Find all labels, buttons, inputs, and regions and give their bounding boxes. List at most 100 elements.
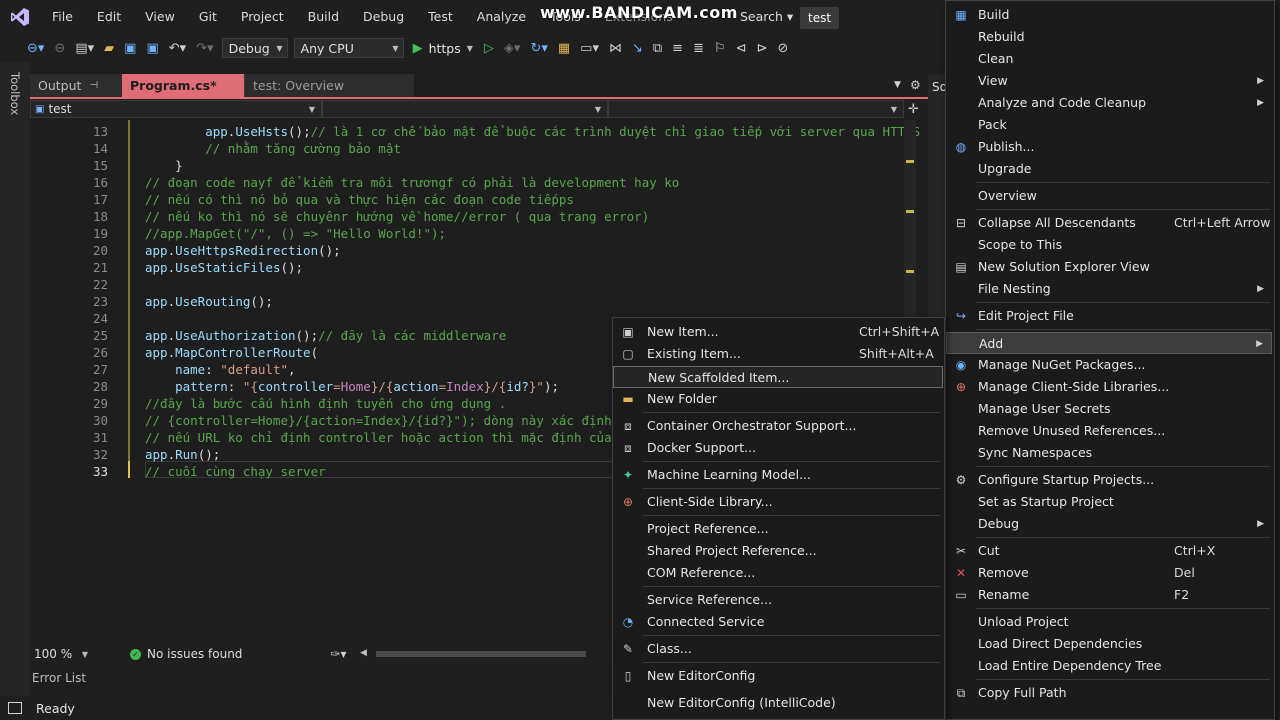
editor-horizontal-scrollbar[interactable]: ◀ [360, 648, 620, 659]
code-line[interactable]: 14 // nhằm tăng cường bảo mật [30, 140, 928, 157]
bookmark-icon[interactable]: ⚐ [709, 41, 731, 56]
step-icon[interactable]: ↘ [627, 41, 648, 56]
code-line[interactable]: 17 // nếu có thì nó bỏ qua và thực hiện c… [30, 191, 928, 208]
start-without-debugging-icon[interactable]: ▷ [479, 41, 499, 56]
navigate-back-icon[interactable]: ⊖▾ [22, 41, 49, 56]
next-bookmark-icon[interactable]: ⊳ [752, 41, 773, 56]
menu-item-project-reference[interactable]: Project Reference... [613, 518, 943, 540]
menu-item-manage-user-secrets[interactable]: Manage User Secrets [946, 398, 1272, 420]
open-folder-icon[interactable]: ▰ [99, 41, 119, 56]
scroll-left-icon[interactable]: ◀ [360, 648, 367, 658]
comment-lines-icon[interactable]: ≡ [667, 41, 688, 56]
menu-item-machine-learning-model[interactable]: ✦ Machine Learning Model... [613, 464, 943, 486]
type-dropdown[interactable]: ▼ [322, 100, 608, 118]
menu-item-load-entire-dependency-tree[interactable]: Load Entire Dependency Tree [946, 655, 1272, 677]
menu-item-copy-full-path[interactable]: ⧉ Copy Full Path [946, 682, 1272, 704]
scroll-thumb[interactable] [376, 651, 586, 657]
menu-item-clean[interactable]: Clean [946, 48, 1272, 70]
save-icon[interactable]: ▣ [119, 41, 141, 56]
code-cleanup-icon[interactable]: ✑▾ [330, 647, 346, 661]
code-line[interactable]: 22 [30, 276, 928, 293]
code-line[interactable]: 18 // nếu ko thì nó sẽ chuyênr hướng về h… [30, 208, 928, 225]
menu-edit[interactable]: Edit [85, 0, 133, 34]
redo-icon[interactable]: ↷▾ [191, 41, 218, 56]
configuration-select[interactable]: Debug ▼ [221, 38, 288, 58]
attach-icon[interactable]: ◈▾ [499, 41, 526, 56]
clear-bookmarks-icon[interactable]: ⊘ [772, 41, 793, 56]
layout-icon[interactable]: ▭▾ [575, 41, 604, 56]
menu-project[interactable]: Project [229, 0, 296, 34]
search-menu[interactable]: Search ▾ [740, 0, 793, 34]
menu-item-manage-client-side-libraries[interactable]: ⊕ Manage Client-Side Libraries... [946, 376, 1272, 398]
menu-item-file-nesting[interactable]: File Nesting ▶ [946, 278, 1272, 300]
menu-item-new-item[interactable]: ▣ New Item... Ctrl+Shift+A [613, 321, 943, 343]
hot-reload-icon[interactable]: ↻▾ [525, 41, 552, 56]
menu-item-scope-to-this[interactable]: Scope to This [946, 234, 1272, 256]
menu-analyze[interactable]: Analyze [465, 0, 538, 34]
menu-item-overview[interactable]: Overview [946, 185, 1272, 207]
menu-item-remove-unused-references[interactable]: Remove Unused References... [946, 420, 1272, 442]
menu-item-class[interactable]: ✎ Class... [613, 638, 943, 660]
member-dropdown[interactable]: ▼ [608, 100, 904, 118]
prev-bookmark-icon[interactable]: ⊲ [731, 41, 752, 56]
menu-file[interactable]: File [40, 0, 85, 34]
menu-item-set-as-startup-project[interactable]: Set as Startup Project [946, 491, 1272, 513]
menu-item-pack[interactable]: Pack [946, 114, 1272, 136]
issues-indicator[interactable]: ✓ No issues found [130, 647, 242, 661]
menu-item-collapse-all-descendants[interactable]: ⊟ Collapse All Descendants Ctrl+Left Arrow [946, 212, 1272, 234]
menu-git[interactable]: Git [187, 0, 229, 34]
menu-item-shared-project-reference[interactable]: Shared Project Reference... [613, 540, 943, 562]
menu-item-load-direct-dependencies[interactable]: Load Direct Dependencies [946, 633, 1272, 655]
pin-icon[interactable]: ⊣ [89, 74, 98, 98]
menu-item-add[interactable]: Add ▶ [946, 332, 1272, 354]
menu-item-analyze-and-code-cleanup[interactable]: Analyze and Code Cleanup ▶ [946, 92, 1272, 114]
uncomment-lines-icon[interactable]: ≣ [688, 41, 709, 56]
code-line[interactable]: 20 app.UseHttpsRedirection(); [30, 242, 928, 259]
code-line[interactable]: 19 //app.MapGet("/", () => "Hello World!"… [30, 225, 928, 242]
menu-item-build[interactable]: ▦ Build [946, 4, 1272, 26]
platform-select[interactable]: Any CPU ▼ [293, 38, 404, 58]
menu-item-new-editorconfig-intellicode[interactable]: New EditorConfig (IntelliCode) [613, 692, 943, 714]
menu-item-new-folder[interactable]: ▬ New Folder [613, 388, 943, 410]
tab-overview[interactable]: test: Overview [244, 74, 414, 98]
menu-item-connected-service[interactable]: ◔ Connected Service [613, 611, 943, 633]
code-line[interactable]: 13 app.UseHsts();// là 1 cơ chế bảo mật … [30, 123, 928, 140]
menu-item-client-side-library[interactable]: ⊕ Client-Side Library... [613, 491, 943, 513]
solution-folder-icon[interactable]: ▦ [553, 41, 575, 56]
toolbox-tab[interactable]: Toolbox [8, 72, 22, 115]
menu-test[interactable]: Test [416, 0, 465, 34]
menu-item-rename[interactable]: ▭ Rename F2 [946, 584, 1272, 606]
new-project-icon[interactable]: ▤▾ [70, 41, 99, 56]
split-editor-icon[interactable]: ✛ [908, 102, 919, 117]
menu-item-manage-nuget-packages[interactable]: ◉ Manage NuGet Packages... [946, 354, 1272, 376]
menu-item-container-orchestrator-support[interactable]: ⧈ Container Orchestrator Support... [613, 415, 943, 437]
menu-item-remove[interactable]: ✕ Remove Del [946, 562, 1272, 584]
zoom-select[interactable]: 100 % ▼ [30, 645, 90, 663]
tab-program-cs[interactable]: Program.cs* [122, 74, 244, 98]
save-all-icon[interactable]: ▣ [141, 41, 163, 56]
menu-item-existing-item[interactable]: ▢ Existing Item... Shift+Alt+A [613, 343, 943, 365]
menu-item-cut[interactable]: ✂ Cut Ctrl+X [946, 540, 1272, 562]
code-line[interactable]: 16 // đoạn code nayf để kiểm tra môi trươ… [30, 174, 928, 191]
menu-item-debug[interactable]: Debug ▶ [946, 513, 1272, 535]
menu-item-new-solution-explorer-view[interactable]: ▤ New Solution Explorer View [946, 256, 1272, 278]
menu-item-docker-support[interactable]: ⧈ Docker Support... [613, 437, 943, 459]
menu-view[interactable]: View [133, 0, 187, 34]
menu-item-unload-project[interactable]: Unload Project [946, 611, 1272, 633]
code-line[interactable]: 21 app.UseStaticFiles(); [30, 259, 928, 276]
menu-item-rebuild[interactable]: Rebuild [946, 26, 1272, 48]
menu-item-view[interactable]: View ▶ [946, 70, 1272, 92]
menu-item-configure-startup-projects[interactable]: ⚙ Configure Startup Projects... [946, 469, 1272, 491]
menu-item-new-scaffolded-item[interactable]: New Scaffolded Item... [613, 366, 943, 388]
code-line[interactable]: 15 } [30, 157, 928, 174]
diagnostics-icon[interactable]: ⋈ [604, 41, 627, 56]
menu-build[interactable]: Build [296, 0, 351, 34]
menu-item-new-editorconfig[interactable]: ▯ New EditorConfig [613, 665, 943, 687]
menu-debug[interactable]: Debug [351, 0, 416, 34]
navigate-forward-icon[interactable]: ⊖ [49, 41, 70, 56]
menu-item-sync-namespaces[interactable]: Sync Namespaces [946, 442, 1272, 464]
gear-icon[interactable]: ⚙ [910, 78, 921, 92]
menu-item-upgrade[interactable]: Upgrade [946, 158, 1272, 180]
undo-icon[interactable]: ↶▾ [164, 41, 191, 56]
tab-list-dropdown-icon[interactable]: ▼ [894, 80, 901, 90]
